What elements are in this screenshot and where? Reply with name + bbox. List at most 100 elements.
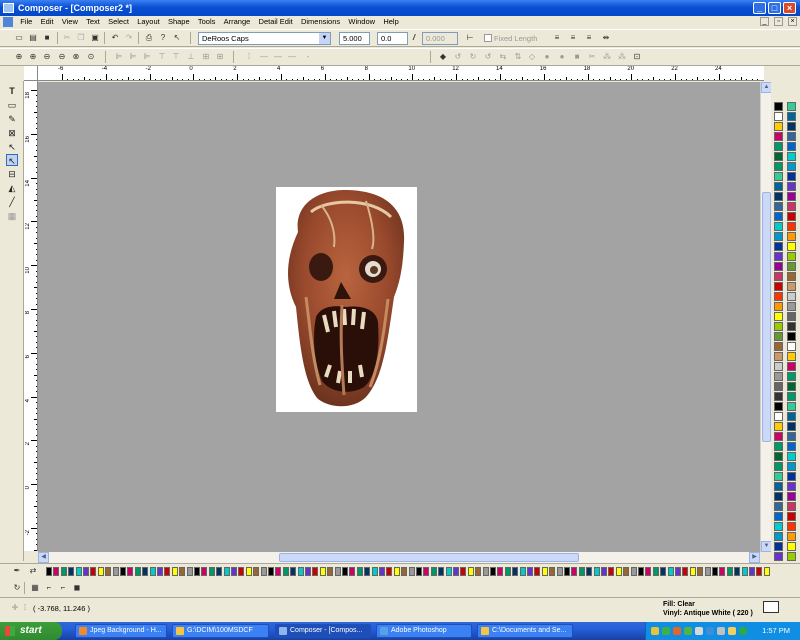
palette-swatch[interactable] [774, 212, 783, 221]
palette-swatch[interactable] [787, 172, 796, 181]
palette-swatch[interactable] [734, 567, 741, 576]
palette-swatch[interactable] [312, 567, 319, 576]
snap-icon[interactable]: ✛ [10, 603, 20, 613]
palette-swatch[interactable] [490, 567, 496, 576]
palette-swatch[interactable] [112, 567, 119, 576]
palette-swatch[interactable] [787, 412, 796, 421]
palette-swatch[interactable] [774, 342, 783, 351]
palette-swatch[interactable] [157, 567, 163, 576]
palette-swatch[interactable] [787, 332, 796, 341]
palette-swatch[interactable] [774, 442, 783, 451]
palette-swatch[interactable] [787, 102, 796, 111]
grid-tool-icon[interactable]: ▦ [6, 210, 18, 222]
paste-icon[interactable]: ▣ [90, 33, 100, 43]
start-button[interactable]: start [0, 622, 62, 640]
arrow-tool-icon[interactable]: ↖ [6, 141, 18, 153]
palette-swatch[interactable] [186, 567, 193, 576]
palette-swatch[interactable] [630, 567, 637, 576]
black-fill-icon[interactable]: ◼ [72, 583, 82, 593]
palette-swatch[interactable] [75, 567, 82, 576]
palette-swatch[interactable] [423, 567, 430, 576]
palette-swatch[interactable] [712, 567, 718, 576]
menu-tools[interactable]: Tools [195, 16, 219, 28]
palette-swatch[interactable] [541, 567, 548, 576]
palette-swatch[interactable] [675, 567, 681, 576]
palette-swatch[interactable] [667, 567, 674, 576]
palette-swatch[interactable] [704, 567, 711, 576]
horizontal-scroll-thumb[interactable] [279, 553, 579, 562]
palette-swatch[interactable] [787, 422, 796, 431]
task-documents-folder[interactable]: C:\Documents and Se... [477, 624, 573, 638]
palette-swatch[interactable] [774, 552, 783, 561]
tray-icon-9[interactable] [739, 627, 747, 635]
palette-swatch[interactable] [438, 567, 445, 576]
palette-swatch[interactable] [774, 472, 783, 481]
palette-swatch[interactable] [774, 382, 783, 391]
palette-swatch[interactable] [408, 567, 415, 576]
center-vertical-icon[interactable]: ⊞ [215, 52, 225, 62]
palette-swatch[interactable] [787, 122, 796, 131]
palette-swatch[interactable] [787, 472, 796, 481]
palette-swatch[interactable] [223, 567, 230, 576]
palette-swatch[interactable] [430, 567, 437, 576]
scroll-left-button[interactable]: ◀ [38, 552, 49, 563]
scroll-right-button[interactable]: ▶ [749, 552, 760, 563]
palette-swatch[interactable] [282, 567, 289, 576]
palette-swatch[interactable] [245, 567, 252, 576]
palette-swatch[interactable] [342, 567, 348, 576]
select-tool-icon[interactable]: ↖ [6, 154, 18, 166]
vertical-scroll-thumb[interactable] [762, 192, 771, 442]
palette-swatch[interactable] [482, 567, 489, 576]
menu-arrange[interactable]: Arrange [221, 16, 254, 28]
copy-icon[interactable]: ❐ [76, 33, 86, 43]
palette-swatch[interactable] [774, 282, 783, 291]
undo-icon[interactable]: ↶ [110, 33, 120, 43]
dash-icon[interactable]: - [303, 52, 313, 62]
save-icon[interactable]: ■ [42, 33, 52, 43]
palette-swatch[interactable] [97, 567, 104, 576]
zoom-icon[interactable]: ⊕ [14, 52, 24, 62]
tray-icon-3[interactable] [673, 627, 681, 635]
palette-swatch[interactable] [719, 567, 726, 576]
palette-swatch[interactable] [774, 462, 783, 471]
rotate-icon[interactable]: ↺ [483, 52, 493, 62]
align-right-icon[interactable]: ≡ [584, 33, 594, 43]
char-spacing-input[interactable]: 0.0 [377, 32, 408, 45]
palette-swatch[interactable] [46, 567, 52, 576]
flip-icon[interactable]: ⇆ [498, 52, 508, 62]
clock[interactable]: 1:57 PM [762, 622, 790, 640]
palette-swatch[interactable] [774, 122, 783, 131]
palette-swatch[interactable] [386, 567, 393, 576]
palette-swatch[interactable] [549, 567, 556, 576]
skull-image[interactable] [276, 187, 417, 412]
palette-swatch[interactable] [105, 567, 112, 576]
shape-square-icon[interactable]: ■ [572, 52, 582, 62]
palette-swatch[interactable] [741, 567, 748, 576]
palette-swatch[interactable] [774, 392, 783, 401]
palette-swatch[interactable] [697, 567, 704, 576]
tray-icon-5[interactable] [695, 627, 703, 635]
line-icon-2[interactable]: — [273, 52, 283, 62]
palette-swatch[interactable] [774, 252, 783, 261]
brush-tool-icon[interactable]: ╱ [6, 196, 18, 208]
palette-swatch[interactable] [787, 342, 796, 351]
menu-shape[interactable]: Shape [165, 16, 193, 28]
palette-swatch[interactable] [787, 402, 796, 411]
menu-detail-edit[interactable]: Detail Edit [256, 16, 296, 28]
palette-swatch[interactable] [774, 402, 783, 411]
rotate-left-icon[interactable]: ↺ [453, 52, 463, 62]
palette-swatch[interactable] [556, 567, 563, 576]
palette-swatch[interactable] [787, 282, 796, 291]
palette-swatch[interactable] [179, 567, 186, 576]
composer-app-icon[interactable] [3, 3, 14, 13]
palette-swatch[interactable] [305, 567, 311, 576]
palette-swatch[interactable] [787, 442, 796, 451]
palette-swatch[interactable] [787, 232, 796, 241]
align-objects-right-icon[interactable]: ⊫ [142, 52, 152, 62]
shape-circle-2-icon[interactable]: ● [557, 52, 567, 62]
palette-swatch[interactable] [297, 567, 304, 576]
align-center-icon[interactable]: ≡ [568, 33, 578, 43]
align-objects-center-icon[interactable]: ⊫ [128, 52, 138, 62]
palette-swatch[interactable] [787, 292, 796, 301]
open-folder-icon[interactable]: ▤ [28, 33, 38, 43]
